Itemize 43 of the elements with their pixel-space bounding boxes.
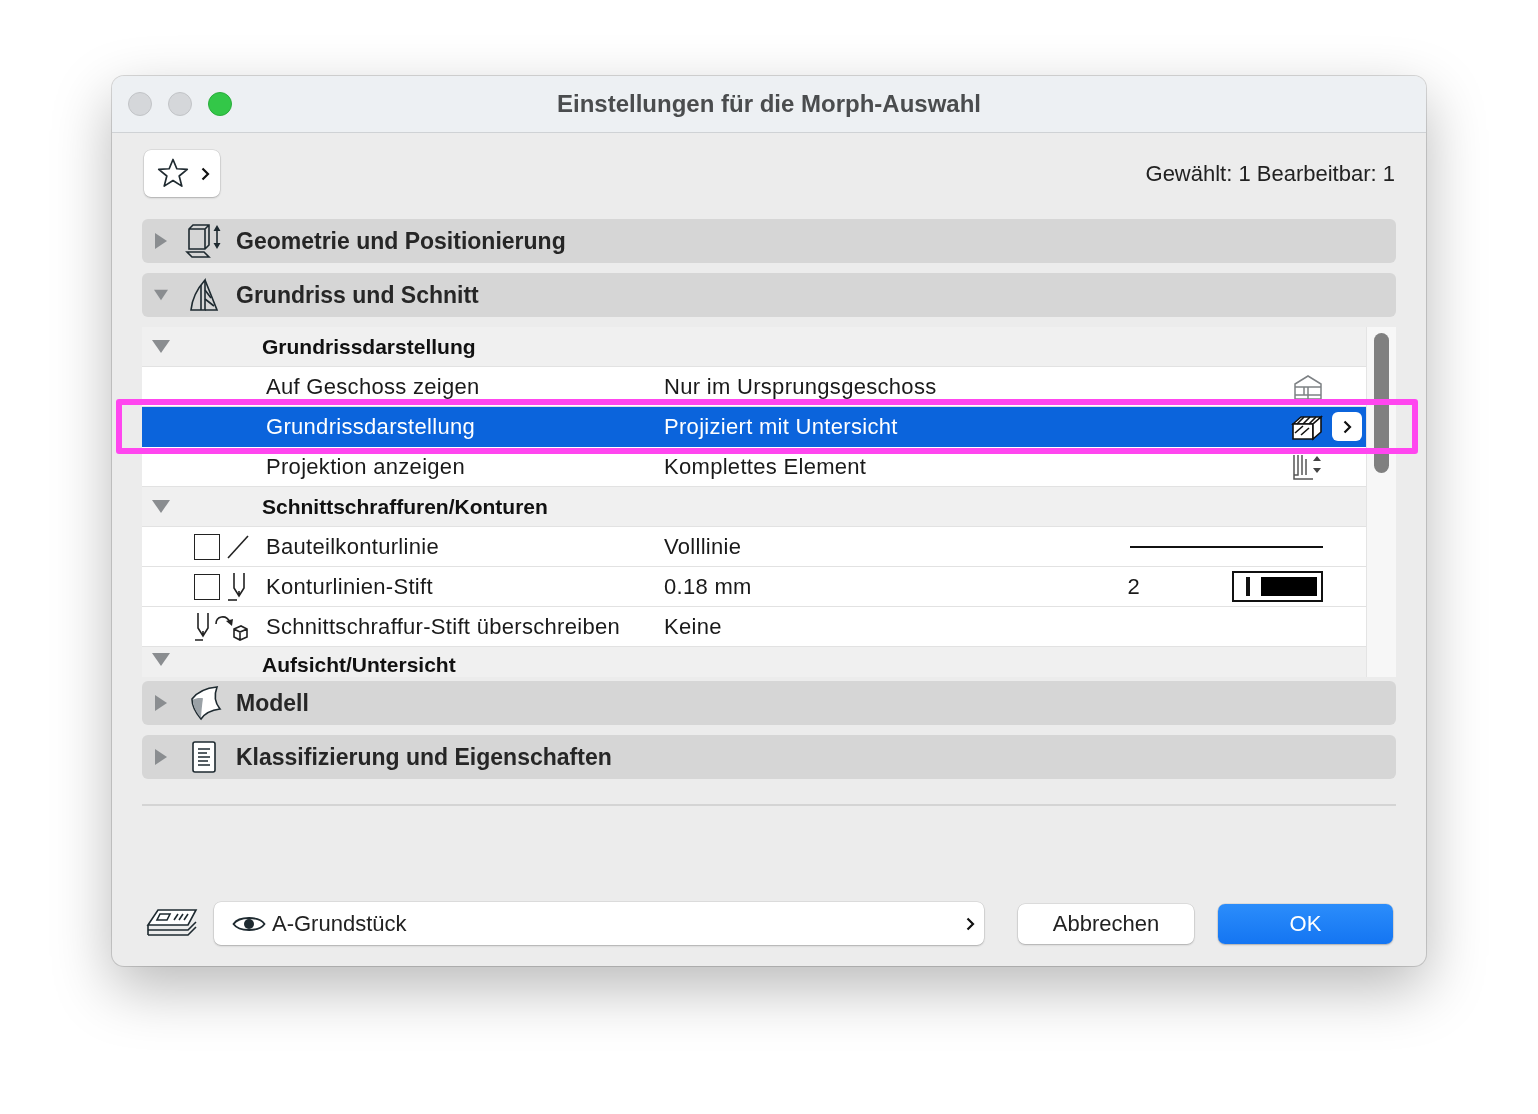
settings-row[interactable]: Bauteilkonturlinie Volllinie bbox=[142, 527, 1366, 567]
pen-override-icon bbox=[194, 611, 250, 642]
section-header[interactable]: Klassifizierung und Eigenschaften bbox=[142, 735, 1396, 779]
layer-dropdown[interactable]: A-Grundstück bbox=[214, 902, 984, 945]
setting-value: Keine bbox=[664, 613, 723, 640]
setting-name: Schnittschraffur-Stift überschreiben bbox=[266, 613, 621, 640]
building-icon bbox=[1293, 372, 1323, 401]
section-header[interactable]: Grundriss und Schnitt bbox=[142, 273, 1396, 317]
window-title: Einstellungen für die Morph-Auswahl bbox=[556, 90, 982, 118]
section-header[interactable]: Geometrie und Positionierung bbox=[142, 219, 1396, 263]
diagonal-line-icon bbox=[226, 533, 250, 560]
chevron-icon bbox=[201, 166, 210, 181]
chevron-icon bbox=[1342, 419, 1352, 434]
setting-value: Projiziert mit Untersicht bbox=[664, 413, 899, 440]
selection-count: Gewählt: 1 Bearbeitbar: 1 bbox=[1145, 160, 1395, 187]
setting-value: Volllinie bbox=[664, 533, 743, 560]
hatched-box-icon bbox=[1291, 412, 1323, 441]
scrollbar-thumb[interactable] bbox=[1374, 333, 1389, 473]
document-icon bbox=[190, 740, 218, 774]
setting-value: 0.18 mm bbox=[664, 573, 753, 600]
setting-name: Grundrissdarstellung bbox=[266, 413, 476, 440]
setting-name: Projektion anzeigen bbox=[266, 453, 466, 480]
star-icon bbox=[157, 157, 189, 190]
setting-value: Nur im Ursprungsgeschoss bbox=[664, 373, 938, 400]
cancel-button[interactable]: Abbrechen bbox=[1018, 903, 1194, 944]
setting-value: Komplettes Element bbox=[664, 453, 868, 480]
setting-name: Bauteilkonturlinie bbox=[266, 533, 440, 560]
settings-row[interactable]: Konturlinien-Stift 0.18 mm 2 bbox=[142, 567, 1366, 607]
ok-button[interactable]: OK bbox=[1218, 903, 1393, 944]
pen-weight-icon bbox=[1232, 571, 1323, 602]
setting-name: Auf Geschoss zeigen bbox=[266, 373, 481, 400]
more-button[interactable] bbox=[1332, 412, 1362, 441]
checkbox[interactable] bbox=[194, 573, 220, 600]
solid-line-icon bbox=[1130, 545, 1323, 548]
projection-icon bbox=[1291, 452, 1323, 481]
checkbox[interactable] bbox=[194, 533, 220, 560]
pen-icon bbox=[226, 571, 248, 602]
settings-row[interactable]: Schnittschraffur-Stift überschreiben Keine bbox=[142, 607, 1366, 647]
section-header[interactable]: Modell bbox=[142, 681, 1396, 725]
pen-number: 2 bbox=[1127, 573, 1140, 600]
chevron-icon bbox=[966, 916, 975, 931]
setting-name: Konturlinien-Stift bbox=[266, 573, 434, 600]
favorites-button[interactable] bbox=[144, 150, 220, 197]
